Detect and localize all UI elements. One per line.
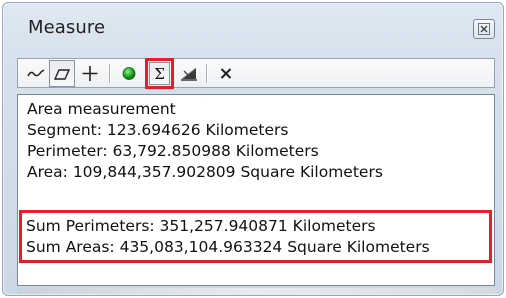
choose-units-icon <box>181 67 197 81</box>
sum-areas-text: Sum Areas: 435,083,104.963324 Square Kil… <box>26 238 430 256</box>
bottom-strip <box>17 288 495 294</box>
clear-results-button[interactable] <box>214 60 238 87</box>
close-icon <box>478 23 490 35</box>
window-title: Measure <box>28 17 106 38</box>
toolbar-separator <box>206 64 207 83</box>
svg-text:Σ: Σ <box>154 65 165 83</box>
sum-perimeters-text: Sum Perimeters: 351,257.940871 Kilometer… <box>26 217 376 235</box>
snap-to-feature-button[interactable] <box>117 60 141 87</box>
results-panel[interactable]: Area measurement Segment: 123.694626 Kil… <box>17 94 495 286</box>
segment-text: Segment: 123.694626 Kilometers <box>27 121 289 139</box>
measure-feature-button[interactable] <box>78 60 102 87</box>
measure-area-button[interactable] <box>49 60 75 87</box>
title-bar[interactable]: Measure <box>3 3 503 47</box>
measure-line-icon <box>27 69 45 77</box>
area-text: Area: 109,844,357.902809 Square Kilomete… <box>27 163 383 181</box>
clear-results-icon <box>220 68 232 79</box>
measure-window: Measure Σ Area measurement Segment: 123.… <box>2 2 504 296</box>
measure-area-icon <box>53 69 71 80</box>
measure-feature-icon <box>82 66 98 81</box>
snap-to-feature-icon <box>122 67 136 80</box>
close-button[interactable] <box>473 19 495 39</box>
perimeter-text: Perimeter: 63,792.850988 Kilometers <box>27 142 319 160</box>
show-total-button[interactable]: Σ <box>145 58 174 89</box>
measurement-mode-text: Area measurement <box>27 100 176 118</box>
measure-toolbar: Σ <box>17 58 495 89</box>
sum-results-highlight: Sum Perimeters: 351,257.940871 Kilometer… <box>19 210 492 263</box>
choose-units-button[interactable] <box>177 60 201 87</box>
measure-line-button[interactable] <box>24 60 48 87</box>
toolbar-separator <box>109 64 110 83</box>
show-total-icon: Σ <box>154 65 165 83</box>
